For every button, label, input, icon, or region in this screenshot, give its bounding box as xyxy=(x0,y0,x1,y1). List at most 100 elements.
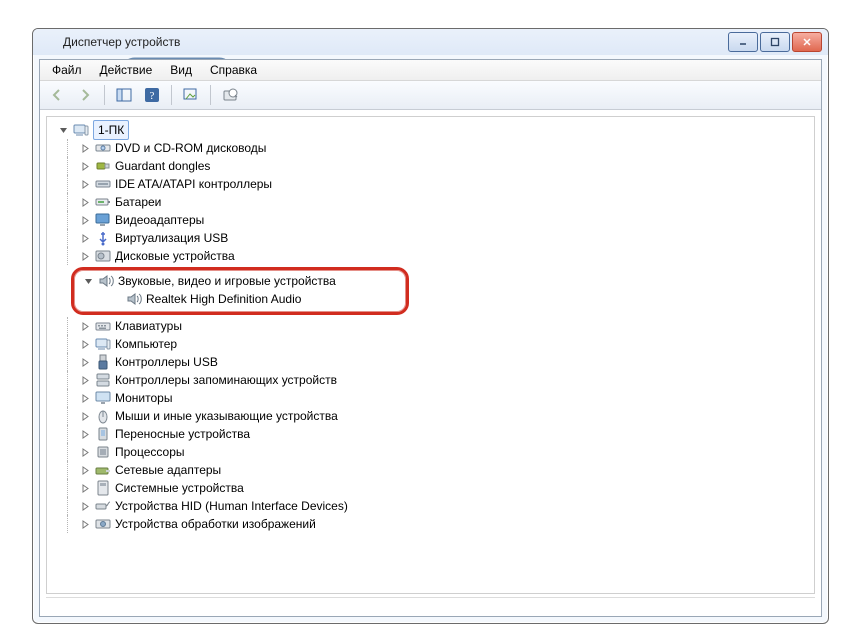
keyboard-icon xyxy=(95,318,111,334)
menu-file[interactable]: Файл xyxy=(44,61,90,79)
nav-back-button[interactable] xyxy=(44,82,70,108)
cpu-icon xyxy=(95,444,111,460)
disc-icon xyxy=(95,140,111,156)
computer-icon xyxy=(95,336,111,352)
category-label: Батареи xyxy=(115,193,161,211)
tree-category[interactable]: Дисковые устройства xyxy=(49,247,812,265)
expand-icon[interactable] xyxy=(79,196,91,208)
category-label: Процессоры xyxy=(115,443,185,461)
tree-category[interactable]: Контроллеры USB xyxy=(49,353,812,371)
statusbar xyxy=(46,597,815,612)
spacer xyxy=(110,293,122,305)
expand-icon[interactable] xyxy=(79,446,91,458)
tree-category[interactable]: DVD и CD-ROM дисководы xyxy=(49,139,812,157)
category-label: Мыши и иные указывающие устройства xyxy=(115,407,338,425)
tree-category[interactable]: Батареи xyxy=(49,193,812,211)
expand-icon[interactable] xyxy=(79,482,91,494)
expand-icon[interactable] xyxy=(79,374,91,386)
hdd-icon xyxy=(95,248,111,264)
category-label: Мониторы xyxy=(115,389,172,407)
portable-icon xyxy=(95,426,111,442)
app-icon xyxy=(41,34,57,50)
menu-view[interactable]: Вид xyxy=(162,61,200,79)
help-button[interactable] xyxy=(139,82,165,108)
expand-icon[interactable] xyxy=(79,232,91,244)
tree-category[interactable]: Переносные устройства xyxy=(49,425,812,443)
expand-icon[interactable] xyxy=(79,356,91,368)
tree-category[interactable]: Видеоадаптеры xyxy=(49,211,812,229)
tree-category[interactable]: IDE ATA/ATAPI контроллеры xyxy=(49,175,812,193)
expand-icon[interactable] xyxy=(79,500,91,512)
category-label: Контроллеры USB xyxy=(115,353,218,371)
category-label: Виртуализация USB xyxy=(115,229,228,247)
menubar: Файл Действие Вид Справка xyxy=(40,60,821,81)
menu-help[interactable]: Справка xyxy=(202,61,265,79)
usb-icon xyxy=(95,230,111,246)
hid-icon xyxy=(95,498,111,514)
expand-icon[interactable] xyxy=(79,464,91,476)
tree-category[interactable]: Виртуализация USB xyxy=(49,229,812,247)
tree-category[interactable]: Мониторы xyxy=(49,389,812,407)
imaging-icon xyxy=(95,516,111,532)
tree-category-sound[interactable]: Звуковые, видео и игровые устройства xyxy=(74,272,396,290)
ide-icon xyxy=(95,176,111,192)
device-label: Realtek High Definition Audio xyxy=(146,290,301,308)
speaker-icon xyxy=(98,273,114,289)
category-label: Компьютер xyxy=(115,335,177,353)
tree-category[interactable]: Устройства обработки изображений xyxy=(49,515,812,533)
device-manager-window: Диспетчер устройств Файл Действие Вид Сп… xyxy=(32,28,829,624)
titlebar[interactable]: Диспетчер устройств xyxy=(33,29,828,55)
expand-icon[interactable] xyxy=(79,428,91,440)
category-label: Дисковые устройства xyxy=(115,247,235,265)
expand-icon[interactable] xyxy=(79,392,91,404)
tree-root[interactable]: 1-ПК xyxy=(49,121,812,139)
expand-icon[interactable] xyxy=(79,338,91,350)
display-icon xyxy=(95,212,111,228)
expand-icon[interactable] xyxy=(79,518,91,530)
highlight-annotation: Звуковые, видео и игровые устройства Rea… xyxy=(71,267,409,315)
expand-icon[interactable] xyxy=(79,160,91,172)
category-label: Видеоадаптеры xyxy=(115,211,204,229)
network-icon xyxy=(95,462,111,478)
tree-category[interactable]: Компьютер xyxy=(49,335,812,353)
tree-category[interactable]: Контроллеры запоминающих устройств xyxy=(49,371,812,389)
dongle-icon xyxy=(95,158,111,174)
tree-category[interactable]: Клавиатуры xyxy=(49,317,812,335)
toolbar xyxy=(40,81,821,110)
minimize-button[interactable] xyxy=(728,32,758,52)
maximize-button[interactable] xyxy=(760,32,790,52)
tree-category[interactable]: Сетевые адаптеры xyxy=(49,461,812,479)
nav-forward-button[interactable] xyxy=(72,82,98,108)
system-icon xyxy=(95,480,111,496)
show-hide-tree-button[interactable] xyxy=(111,82,137,108)
tree-category[interactable]: Процессоры xyxy=(49,443,812,461)
tree-category[interactable]: Мыши и иные указывающие устройства xyxy=(49,407,812,425)
expand-icon[interactable] xyxy=(79,410,91,422)
collapse-icon[interactable] xyxy=(57,124,69,136)
mouse-icon xyxy=(95,408,111,424)
category-label: DVD и CD-ROM дисководы xyxy=(115,139,266,157)
tree-category[interactable]: Системные устройства xyxy=(49,479,812,497)
toolbar-separator xyxy=(210,85,211,105)
expand-icon[interactable] xyxy=(79,142,91,154)
battery-icon xyxy=(95,194,111,210)
tree-device-realtek[interactable]: Realtek High Definition Audio xyxy=(74,290,396,308)
client-area: Файл Действие Вид Справка 1-ПК xyxy=(39,59,822,617)
collapse-icon[interactable] xyxy=(82,275,94,287)
category-label: Звуковые, видео и игровые устройства xyxy=(118,272,336,290)
tree-category[interactable]: Guardant dongles xyxy=(49,157,812,175)
expand-icon[interactable] xyxy=(79,320,91,332)
properties-button[interactable] xyxy=(217,82,243,108)
expand-icon[interactable] xyxy=(79,214,91,226)
scan-hardware-button[interactable] xyxy=(178,82,204,108)
category-label: Контроллеры запоминающих устройств xyxy=(115,371,337,389)
usbctl-icon xyxy=(95,354,111,370)
close-button[interactable] xyxy=(792,32,822,52)
expand-icon[interactable] xyxy=(79,178,91,190)
menu-action[interactable]: Действие xyxy=(92,61,161,79)
device-tree[interactable]: 1-ПК DVD и CD-ROM дисководыGuardant dong… xyxy=(46,116,815,594)
category-label: Клавиатуры xyxy=(115,317,182,335)
monitor-icon xyxy=(95,390,111,406)
tree-category[interactable]: Устройства HID (Human Interface Devices) xyxy=(49,497,812,515)
expand-icon[interactable] xyxy=(79,250,91,262)
